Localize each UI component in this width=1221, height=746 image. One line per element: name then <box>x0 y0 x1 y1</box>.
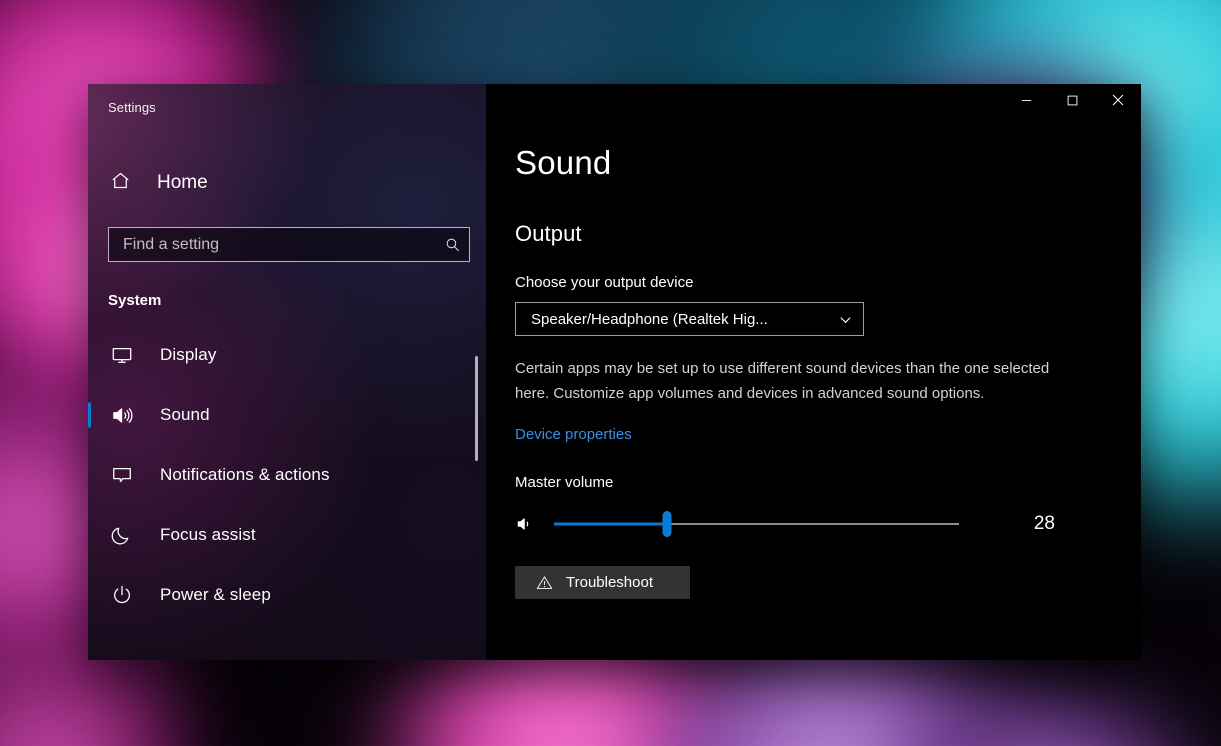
nav-section-title: System <box>108 292 486 309</box>
chevron-down-icon <box>838 312 853 327</box>
output-device-label: Choose your output device <box>515 274 1141 291</box>
search-icon <box>435 236 469 253</box>
sidebar-item-power-sleep-label: Power & sleep <box>160 585 271 605</box>
output-device-dropdown[interactable]: Speaker/Headphone (Realtek Hig... <box>515 302 864 336</box>
sidebar-item-home[interactable]: Home <box>88 163 486 203</box>
device-properties-link[interactable]: Device properties <box>515 426 632 443</box>
sidebar-item-sound[interactable]: Sound <box>88 385 486 445</box>
sidebar-item-focus-assist-label: Focus assist <box>160 525 256 545</box>
navigation-pane: Settings Home <box>88 84 486 660</box>
master-volume-slider[interactable] <box>554 515 959 533</box>
sidebar-scrollbar-thumb[interactable] <box>475 356 478 461</box>
desktop-wallpaper: Settings Home <box>0 0 1221 746</box>
power-icon <box>110 584 134 606</box>
volume-slider-fill <box>554 523 667 526</box>
section-heading-output: Output <box>515 221 1141 247</box>
output-description: Certain apps may be set up to use differ… <box>515 356 1077 406</box>
sidebar-item-home-label: Home <box>157 172 208 194</box>
sidebar-item-focus-assist[interactable]: Focus assist <box>88 505 486 565</box>
maximize-button[interactable] <box>1049 84 1095 116</box>
troubleshoot-button[interactable]: Troubleshoot <box>515 566 690 599</box>
content-pane: Sound Output Choose your output device S… <box>486 84 1141 660</box>
sidebar-item-display[interactable]: Display <box>88 325 486 385</box>
troubleshoot-label: Troubleshoot <box>566 574 653 591</box>
minimize-button[interactable] <box>1003 84 1049 116</box>
sidebar-item-notifications[interactable]: Notifications & actions <box>88 445 486 505</box>
search-box[interactable] <box>108 227 470 262</box>
master-volume-row: 28 <box>515 513 1055 535</box>
warning-triangle-icon <box>536 574 553 591</box>
speaker-icon <box>110 404 134 427</box>
sidebar-item-notifications-label: Notifications & actions <box>160 465 330 485</box>
monitor-icon <box>110 344 134 366</box>
output-device-selected-value: Speaker/Headphone (Realtek Hig... <box>531 311 768 328</box>
home-icon <box>110 170 131 196</box>
page-title: Sound <box>515 146 1141 179</box>
sidebar-nav-list: Display Sound <box>88 325 486 625</box>
sidebar-item-display-label: Display <box>160 345 216 365</box>
settings-window: Settings Home <box>88 84 1141 660</box>
moon-icon <box>110 524 134 546</box>
volume-speaker-icon <box>515 514 541 534</box>
sidebar-item-sound-label: Sound <box>160 405 210 425</box>
content-inner: Sound Output Choose your output device S… <box>486 84 1141 599</box>
window-title: Settings <box>88 84 486 115</box>
close-button[interactable] <box>1095 84 1141 116</box>
callout-icon <box>110 464 134 486</box>
volume-slider-thumb[interactable] <box>663 511 672 537</box>
search-input[interactable] <box>109 228 435 261</box>
sidebar-scrollbar[interactable] <box>471 84 482 660</box>
master-volume-label: Master volume <box>515 474 1141 491</box>
sidebar-item-power-sleep[interactable]: Power & sleep <box>88 565 486 625</box>
titlebar-buttons <box>1003 84 1141 116</box>
master-volume-value: 28 <box>985 513 1055 535</box>
